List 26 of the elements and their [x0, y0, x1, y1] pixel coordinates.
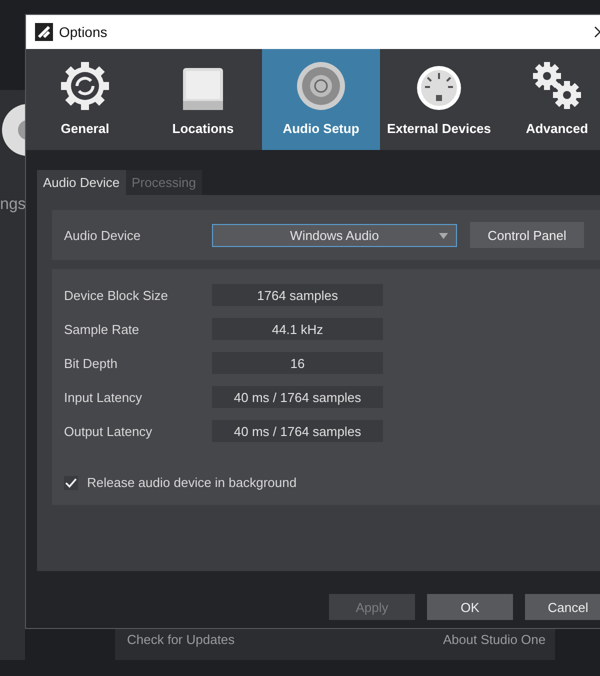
category-tab[interactable]: External Devices [380, 49, 498, 150]
property-label: Device Block Size [64, 288, 170, 302]
property-value: 16 [212, 352, 383, 374]
property-value: 40 ms / 1764 samples [212, 386, 383, 408]
category-tab[interactable]: General [26, 49, 144, 150]
property-label: Sample Rate [64, 322, 140, 336]
checkbox-label: Release audio device in background [87, 475, 297, 490]
property-label: Bit Depth [64, 356, 118, 370]
dialog-button[interactable]: Cancel [525, 594, 600, 620]
property-label: Input Latency [64, 390, 144, 404]
field-label: Audio Device [64, 228, 142, 242]
window-title: Options [59, 24, 108, 40]
property-value: 40 ms / 1764 samples [212, 420, 383, 442]
footer-link[interactable]: About Studio One [443, 632, 546, 647]
category-tab[interactable]: Audio Setup [262, 49, 380, 150]
sub-tab[interactable]: Audio Device [37, 170, 126, 195]
property-value: 1764 samples [212, 284, 383, 306]
device-dropdown[interactable]: Windows Audio [212, 224, 457, 246]
side-label: ngs [0, 196, 26, 214]
category-tab[interactable]: Locations [144, 49, 262, 150]
dialog-button[interactable]: OK [427, 594, 513, 620]
category-tab[interactable]: Advanced [498, 49, 600, 150]
footer-link[interactable]: Check for Updates [127, 632, 235, 647]
control-panel-button[interactable]: Control Panel [470, 222, 584, 248]
property-label: Output Latency [64, 424, 154, 438]
property-value: 44.1 kHz [212, 318, 383, 340]
